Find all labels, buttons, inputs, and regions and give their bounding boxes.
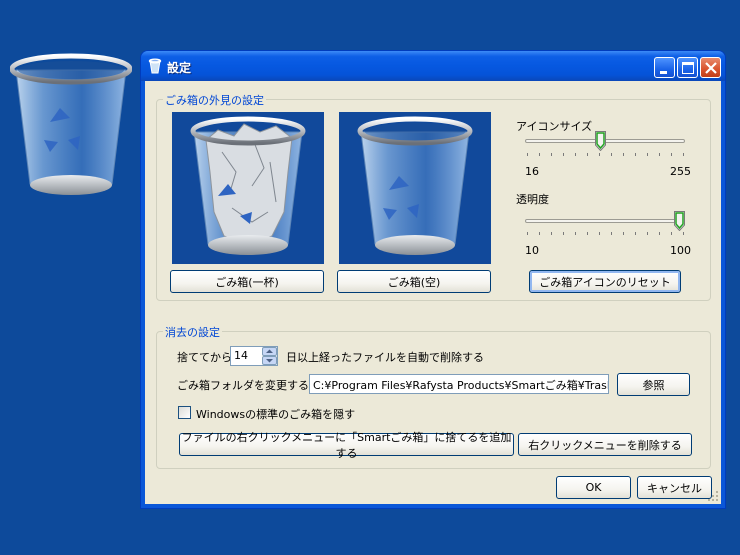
- slider-tick: [563, 153, 564, 156]
- folder-label: ごみ箱フォルダを変更する: [177, 379, 309, 392]
- icon-size-ticks: [527, 153, 684, 157]
- slider-tick: [575, 153, 576, 156]
- opacity-slider-thumb[interactable]: [674, 211, 685, 231]
- opacity-max: 100: [670, 244, 691, 257]
- discard-suffix-label: 日以上経ったファイルを自動で削除する: [286, 351, 484, 364]
- slider-tick: [671, 153, 672, 156]
- slider-tick: [635, 153, 636, 156]
- slider-tick: [611, 232, 612, 235]
- slider-tick: [623, 153, 624, 156]
- slider-tick: [587, 232, 588, 235]
- slider-tick: [659, 232, 660, 235]
- icon-size-min: 16: [525, 165, 539, 178]
- hide-standard-bin-label: Windowsの標準のごみ箱を隠す: [196, 408, 356, 421]
- close-icon: [705, 62, 717, 74]
- full-bin-preview: [172, 112, 324, 264]
- slider-tick: [611, 153, 612, 156]
- add-context-menu-button[interactable]: ファイルの右クリックメニューに「Smartごみ箱」に捨てるを追加する: [179, 431, 514, 460]
- icon-size-slider-thumb[interactable]: [595, 131, 606, 151]
- opacity-label: 透明度: [516, 193, 549, 206]
- resize-grip-icon[interactable]: [707, 490, 719, 502]
- remove-context-menu-button[interactable]: 右クリックメニューを削除する: [518, 433, 692, 456]
- opacity-min: 10: [525, 244, 539, 257]
- settings-window: 設定 ごみ箱の外見の設定 ごみ箱(一杯) ごみ箱(空) アイコンサイズ 16 2…: [141, 51, 725, 508]
- slider-tick: [683, 232, 684, 235]
- recycle-bin-icon: [148, 58, 162, 74]
- empty-recycle-bin-icon: [357, 116, 473, 255]
- slider-tick: [551, 232, 552, 235]
- slider-tick: [659, 153, 660, 156]
- full-bin-button[interactable]: ごみ箱(一杯): [170, 270, 324, 293]
- slider-tick: [575, 232, 576, 235]
- minimize-button[interactable]: [654, 57, 675, 78]
- slider-tick: [599, 153, 600, 156]
- discard-prefix-label: 捨ててから: [177, 351, 232, 364]
- opacity-ticks: [527, 232, 684, 236]
- slider-tick: [587, 153, 588, 156]
- slider-tick: [671, 232, 672, 235]
- empty-bin-button[interactable]: ごみ箱(空): [337, 270, 491, 293]
- days-spinner[interactable]: [262, 347, 277, 365]
- maximize-icon: [682, 62, 694, 74]
- slider-tick: [563, 232, 564, 235]
- slider-tick: [683, 153, 684, 156]
- appearance-group-label: ごみ箱の外見の設定: [163, 92, 266, 108]
- slider-tick: [623, 232, 624, 235]
- close-button[interactable]: [700, 57, 721, 78]
- slider-tick: [527, 232, 528, 235]
- deletion-group-label: 消去の設定: [163, 324, 222, 340]
- slider-tick: [527, 153, 528, 156]
- slider-tick: [647, 153, 648, 156]
- icon-size-max: 255: [670, 165, 691, 178]
- reset-icon-button[interactable]: ごみ箱アイコンのリセット: [529, 270, 681, 293]
- full-recycle-bin-icon: [190, 116, 306, 255]
- ok-button[interactable]: OK: [556, 476, 631, 499]
- title-bar[interactable]: 設定: [141, 51, 725, 81]
- slider-tick: [551, 153, 552, 156]
- hide-standard-bin-checkbox[interactable]: [178, 406, 191, 419]
- desktop-recycle-bin-icon[interactable]: [9, 52, 133, 202]
- folder-path-input[interactable]: C:¥Program Files¥Rafysta Products¥Smartご…: [309, 374, 609, 394]
- cancel-button[interactable]: キャンセル: [637, 476, 712, 499]
- days-value: 14: [234, 349, 248, 362]
- opacity-track[interactable]: [525, 219, 685, 223]
- slider-tick: [539, 232, 540, 235]
- maximize-button[interactable]: [677, 57, 698, 78]
- slider-tick: [599, 232, 600, 235]
- browse-button[interactable]: 参照: [617, 373, 690, 396]
- slider-tick: [635, 232, 636, 235]
- slider-tick: [647, 232, 648, 235]
- empty-bin-preview: [339, 112, 491, 264]
- minimize-icon: [660, 71, 667, 74]
- window-title: 設定: [167, 61, 192, 75]
- dialog-body: ごみ箱の外見の設定 ごみ箱(一杯) ごみ箱(空) アイコンサイズ 16 255 …: [145, 81, 721, 504]
- icon-size-label: アイコンサイズ: [516, 120, 593, 133]
- slider-tick: [539, 153, 540, 156]
